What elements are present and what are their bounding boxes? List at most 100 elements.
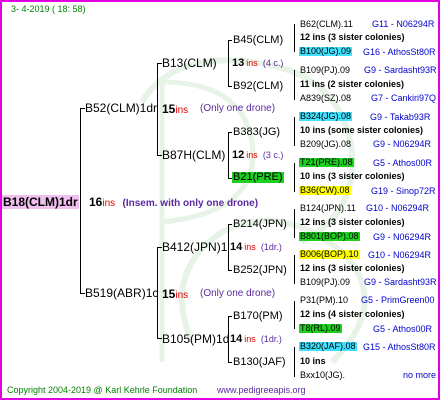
- connector: [228, 224, 229, 270]
- gen2-ins-label: ins: [246, 150, 258, 160]
- gen4-lineage-code: G11 - N06294R: [372, 19, 435, 29]
- connector: [157, 63, 158, 155]
- connector: [294, 209, 295, 238]
- website-link[interactable]: www.pedigreeapis.org: [217, 386, 306, 395]
- gen3-queen-name[interactable]: B92(CLM): [233, 81, 283, 92]
- copyright-text: Copyright 2004-2019 @ Karl Kehrle Founda…: [7, 385, 198, 395]
- connector: [294, 255, 295, 284]
- gen4-lineage-code: G9 - Sardasht93R: [364, 65, 437, 75]
- gen1-queen-name[interactable]: B52(CLM)1dr: [85, 102, 157, 114]
- gen4-queen-name[interactable]: B006(BOP).10: [299, 250, 360, 259]
- gen2-ins-count: 13: [232, 57, 245, 69]
- gen4-lineage-code: G7 - Cankiri97Q: [371, 93, 437, 103]
- gen1-ins-count: 15: [162, 287, 176, 301]
- root-queen-name[interactable]: B18(CLM)1dr: [2, 195, 79, 209]
- gen3-queen-name[interactable]: B21(PRE): [232, 172, 284, 183]
- gen3-queen-name[interactable]: B214(JPN): [233, 219, 287, 230]
- date-stamp: 3- 4-2019 ( 18: 58): [11, 4, 86, 14]
- gen2-ins-label: ins: [244, 242, 256, 252]
- gen4-queen-name[interactable]: B109(PJ).09: [300, 66, 350, 75]
- gen2-note: (3 c.): [262, 150, 284, 160]
- gen4-lineage-code: G9 - N06294R: [373, 139, 432, 149]
- gen1-queen-name[interactable]: B519(ABR)1c: [85, 287, 158, 299]
- gen4-lineage-code: G10 - N06294R: [368, 250, 432, 260]
- gen4-sister-info: 12 ins (3 sister colonies): [300, 263, 405, 273]
- root-note: (Insem. with only one drone): [122, 198, 259, 209]
- gen4-queen-name[interactable]: B36(CW).08: [299, 186, 351, 195]
- gen4-queen-name[interactable]: A839(SZ).08: [300, 94, 351, 103]
- gen4-lineage-code: G5 - Athos00R: [373, 324, 433, 334]
- root-ins-label: ins: [102, 198, 116, 209]
- connector: [294, 163, 295, 192]
- gen4-lineage-code: G5 - PrimGreen00: [361, 295, 435, 305]
- gen4-queen-name[interactable]: T8(RL).09: [299, 324, 342, 333]
- gen2-queen-name[interactable]: B105(PM)1d: [162, 333, 229, 345]
- gen1-note: (Only one drone): [200, 288, 276, 299]
- connector: [228, 270, 232, 271]
- connector: [228, 224, 232, 225]
- gen3-queen-name[interactable]: B45(CLM): [233, 35, 283, 46]
- gen2-ins-count: 12: [232, 149, 245, 161]
- gen4-queen-name[interactable]: B124(JPN).11: [300, 204, 356, 213]
- gen4-lineage-code: no more: [403, 370, 437, 380]
- gen3-queen-name[interactable]: B170(PM): [233, 311, 283, 322]
- gen4-lineage-code: G5 - Athos00R: [373, 158, 433, 168]
- gen1-ins-count: 15: [162, 102, 176, 116]
- gen2-ins-label: ins: [246, 58, 258, 68]
- gen2-note: (1dr.): [260, 334, 282, 344]
- pedigree-chart: 3- 4-2019 ( 18: 58) B18(CLM)1dr 16ins (I…: [0, 0, 440, 400]
- connector: [228, 40, 229, 86]
- gen4-queen-name[interactable]: B109(PJ).09: [300, 278, 350, 287]
- gen4-queen-name[interactable]: P31(PM).10: [300, 296, 348, 305]
- gen4-sister-info: 12 ins (3 sister colonies): [300, 32, 405, 42]
- gen4-lineage-code: G9 - N06294R: [373, 232, 432, 242]
- gen4-sister-info: 10 ins: [300, 356, 326, 366]
- connector: [294, 24, 295, 52]
- connector: [294, 347, 295, 377]
- connector: [294, 301, 295, 329]
- gen1-ins-label: ins: [175, 290, 189, 301]
- gen4-sister-info: 10 ins (3 sister colonies): [300, 171, 405, 181]
- connector: [228, 132, 232, 133]
- gen4-queen-name[interactable]: B209(JG).08: [300, 140, 351, 149]
- connector: [228, 40, 232, 41]
- gen2-queen-name[interactable]: B87H(CLM): [162, 149, 225, 161]
- gen1-ins-label: ins: [175, 105, 189, 116]
- gen4-sister-info: 12 ins (4 sister colonies): [300, 309, 405, 319]
- gen4-lineage-code: G16 - AthosSt80R: [363, 47, 436, 57]
- connector: [228, 132, 229, 178]
- gen3-queen-name[interactable]: B252(JPN): [233, 265, 287, 276]
- gen4-queen-name[interactable]: B801(BOP).08: [299, 232, 360, 241]
- gen2-ins-count: 14: [230, 333, 243, 345]
- gen2-queen-name[interactable]: B412(JPN)1: [162, 241, 227, 253]
- gen4-queen-name[interactable]: B62(CLM).11: [300, 20, 353, 29]
- gen4-sister-info: 12 ins (3 sister colonies): [300, 217, 405, 227]
- gen2-ins-label: ins: [244, 334, 256, 344]
- gen3-queen-name[interactable]: B383(JG): [233, 127, 280, 138]
- gen4-queen-name[interactable]: B320(JAF).08: [299, 342, 357, 351]
- gen2-note: (1dr.): [260, 242, 282, 252]
- gen4-lineage-code: G9 - Takab93R: [370, 112, 431, 122]
- connector: [228, 86, 232, 87]
- connector: [294, 70, 295, 100]
- gen4-queen-name[interactable]: Bxx10(JG).: [300, 371, 345, 380]
- gen4-queen-name[interactable]: T21(PRE).08: [299, 158, 354, 167]
- connector: [228, 362, 232, 363]
- connector: [80, 108, 81, 294]
- gen4-sister-info: 10 ins (some sister colonies): [300, 125, 424, 135]
- gen2-note: (4 c.): [262, 58, 284, 68]
- gen4-sister-info: 11 ins (2 sister colonies): [300, 79, 405, 89]
- gen4-queen-name[interactable]: B324(JG).08: [299, 112, 353, 121]
- gen1-note: (Only one drone): [200, 103, 276, 114]
- gen4-queen-name[interactable]: B100(JG).09: [299, 47, 353, 56]
- gen2-ins-count: 14: [230, 241, 243, 253]
- gen4-lineage-code: G10 - N06294R: [366, 203, 430, 213]
- gen3-queen-name[interactable]: B130(JAF): [233, 357, 286, 368]
- gen4-lineage-code: G19 - Sinop72R: [371, 186, 436, 196]
- gen4-lineage-code: G9 - Sardasht93R: [364, 277, 437, 287]
- gen2-queen-name[interactable]: B13(CLM): [162, 57, 217, 69]
- connector: [294, 117, 295, 146]
- gen4-lineage-code: G15 - AthosSt80R: [363, 342, 436, 352]
- root-ins-count: 16: [89, 195, 103, 209]
- connector: [228, 316, 232, 317]
